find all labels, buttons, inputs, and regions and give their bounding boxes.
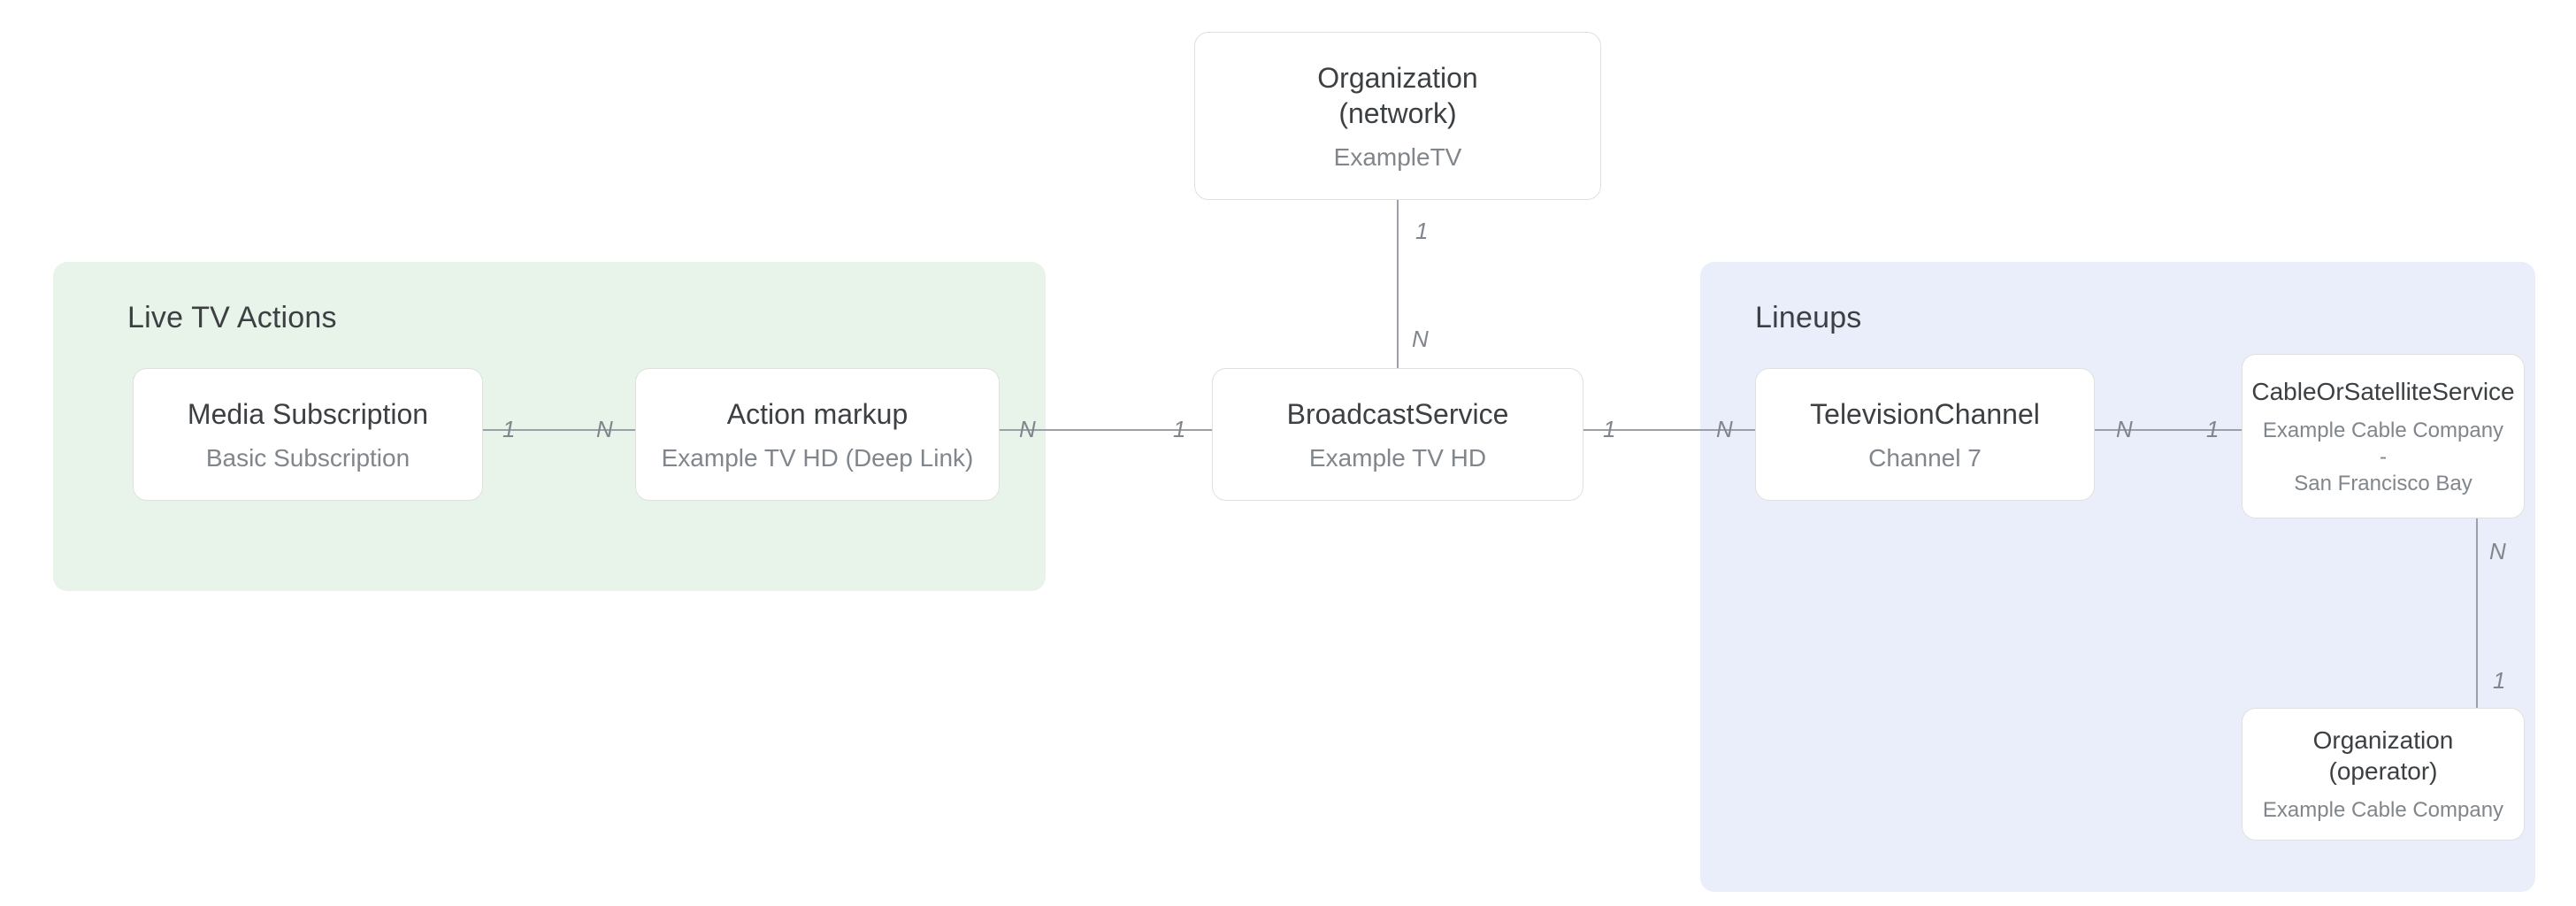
node-subtitle: Example TV HD <box>1309 442 1486 473</box>
node-media-subscription: Media Subscription Basic Subscription <box>133 368 483 501</box>
node-organization-operator: Organization (operator) Example Cable Co… <box>2242 708 2525 841</box>
cardinality-label: N <box>2116 416 2133 443</box>
cardinality-label: 1 <box>1415 218 1428 245</box>
node-cable-or-satellite-service: CableOrSatelliteService Example Cable Co… <box>2242 354 2525 518</box>
cardinality-label: 1 <box>502 416 515 443</box>
node-title: Media Subscription <box>188 396 428 432</box>
node-title: TelevisionChannel <box>1810 396 2040 432</box>
group-title-lineups: Lineups <box>1755 301 1862 335</box>
node-action-markup: Action markup Example TV HD (Deep Link) <box>635 368 1000 501</box>
node-title: CableOrSatelliteService <box>2251 376 2514 407</box>
diagram-canvas: Live TV Actions Lineups Organization (ne… <box>0 0 2576 906</box>
cardinality-label: N <box>1716 416 1733 443</box>
cardinality-label: 1 <box>2493 667 2505 695</box>
node-subtitle: Example TV HD (Deep Link) <box>662 442 974 473</box>
node-title: Organization (network) <box>1317 60 1477 131</box>
node-organization-network: Organization (network) ExampleTV <box>1194 32 1601 200</box>
node-television-channel: TelevisionChannel Channel 7 <box>1755 368 2095 501</box>
cardinality-label: 1 <box>1173 416 1185 443</box>
node-title: BroadcastService <box>1287 396 1509 432</box>
node-subtitle: Example Cable Company <box>2263 797 2503 824</box>
cardinality-label: N <box>1019 416 1036 443</box>
cardinality-label: N <box>2489 538 2506 565</box>
cardinality-label: 1 <box>1603 416 1615 443</box>
cardinality-label: N <box>596 416 613 443</box>
cardinality-label: N <box>1412 326 1429 353</box>
node-subtitle: Basic Subscription <box>206 442 410 473</box>
group-title-live-tv: Live TV Actions <box>127 301 337 335</box>
node-title: Action markup <box>727 396 908 432</box>
cardinality-label: 1 <box>2206 416 2219 443</box>
node-subtitle: ExampleTV <box>1334 142 1462 173</box>
node-title: Organization (operator) <box>2260 725 2506 787</box>
node-broadcast-service: BroadcastService Example TV HD <box>1212 368 1583 501</box>
node-subtitle: Example Cable Company - San Francisco Ba… <box>2260 418 2506 497</box>
node-subtitle: Channel 7 <box>1868 442 1982 473</box>
